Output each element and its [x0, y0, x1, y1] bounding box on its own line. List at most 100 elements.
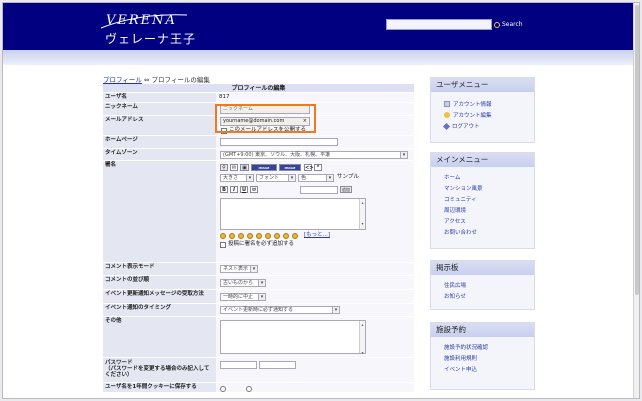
chevron-down-icon: ▾ — [332, 307, 339, 313]
size-select[interactable]: 大きさ ▾ — [220, 174, 254, 182]
row-comment-order: コメントの並び順 古いものから ▾ — [103, 276, 414, 290]
sidebar-item-residents[interactable]: 住民広場 — [431, 281, 534, 292]
sidebar-item-logout[interactable]: ログアウト — [431, 122, 534, 133]
search-input[interactable] — [386, 19, 492, 30]
comment-order-value: 古いものから — [223, 280, 254, 286]
email-public-checkbox[interactable] — [221, 128, 227, 134]
sidebar-item-home[interactable]: ホーム — [431, 173, 534, 184]
cookie-label: ユーザ名を1年間クッキーに保存する — [103, 383, 216, 392]
chevron-down-icon: ▾ — [258, 280, 265, 286]
email-icon[interactable]: ✉ — [230, 164, 238, 171]
color-select-value: 色 — [301, 175, 307, 181]
wink-emoticon-icon[interactable] — [238, 233, 244, 239]
logo-text-jp[interactable]: ヴェレーナ王子 — [105, 30, 196, 47]
row-other: その他 ▴ ▾ — [103, 317, 414, 358]
angry-emoticon-icon[interactable] — [274, 233, 280, 239]
image-manager-icon[interactable]: IMAGE — [251, 164, 277, 171]
sidebar-item-community[interactable]: コミュニティ — [431, 195, 534, 206]
textarea-scrollbar[interactable]: ▴ ▾ — [359, 321, 365, 355]
sidebar-item-label: ログアウト — [452, 124, 480, 130]
chevron-down-icon: ▾ — [246, 175, 253, 181]
row-password: パスワード （パスワードを変更する場合のみ記入してください） — [103, 358, 414, 383]
comment-mode-label: コメント表示モード — [103, 263, 216, 275]
page-scrollbar[interactable] — [633, 3, 639, 398]
event-timing-select[interactable]: イベント更新時に必ず通知する ▾ — [220, 306, 340, 314]
chevron-down-icon: ▾ — [258, 294, 265, 300]
event-message-select[interactable]: 一時的に中止 ▾ — [220, 293, 266, 301]
row-homepage: ホームページ — [103, 136, 414, 149]
add-text-input[interactable] — [300, 186, 338, 194]
cookie-no-radio[interactable] — [246, 386, 252, 392]
bold-button[interactable]: B — [220, 186, 228, 193]
add-button[interactable]: 追加 — [340, 186, 352, 193]
cool-emoticon-icon[interactable] — [265, 233, 271, 239]
row-comment-mode: コメント表示モード ネスト表示 ▾ — [103, 263, 414, 276]
sidebar-item-contact[interactable]: お問い合わせ — [431, 228, 534, 239]
font-select[interactable]: フォント ▾ — [256, 174, 296, 182]
homepage-input[interactable] — [220, 138, 338, 146]
email-public-label: このメールアドレスを公開する — [229, 127, 307, 133]
email-input[interactable]: yourname@domain.com × — [220, 117, 310, 126]
color-select[interactable]: 色 ▾ — [298, 174, 334, 182]
event-timing-value: イベント更新時に必ず通知する — [223, 307, 294, 313]
row-timezone: タイムゾーン (GMT+9:00) 東京、ソウル、大阪、札幌、平壌 ▾ — [103, 149, 414, 161]
scrollbar-thumb[interactable] — [635, 5, 639, 295]
search-icon — [494, 21, 500, 28]
browser-window: VERENA ヴェレーナ王子 Search プロフィール ⇔ プロフィールの編集… — [2, 2, 640, 399]
password-confirm-input[interactable] — [259, 361, 296, 369]
smile-emoticon-icon[interactable] — [220, 233, 226, 239]
sidebar-item-account-info[interactable]: アカウント情報 — [431, 100, 534, 111]
username-value: 817 — [216, 93, 414, 102]
more-emoticons-link[interactable]: [もっと...] — [304, 232, 330, 239]
sidebar-item-label: アカウント情報 — [453, 102, 492, 108]
sidebar-item-access[interactable]: アクセス — [431, 217, 534, 228]
sidebar-item-news[interactable]: お知らせ — [431, 292, 534, 303]
other-textarea[interactable]: ▴ ▾ — [220, 320, 366, 355]
link-icon[interactable]: ⚲ — [220, 164, 228, 171]
append-signature-checkbox[interactable] — [220, 242, 226, 248]
row-nickname: ニックネーム ニックネーム — [103, 103, 414, 116]
user-menu-title: ユーザメニュー — [431, 78, 534, 92]
comment-order-select[interactable]: 古いものから ▾ — [220, 279, 266, 287]
cookie-yes-radio[interactable] — [220, 386, 226, 392]
clear-icon[interactable]: × — [303, 118, 307, 125]
italic-button[interactable]: I — [230, 186, 238, 193]
image-icon[interactable]: ▣ — [240, 164, 249, 171]
textarea-scrollbar[interactable]: ▴ ▾ — [359, 199, 365, 229]
sidebar-item-usage-rules[interactable]: 施設利用規則 — [431, 354, 534, 365]
sidebar-item-scenery[interactable]: マンション風景 — [431, 184, 534, 195]
strike-button[interactable]: ㅂ — [250, 186, 258, 193]
timezone-label: タイムゾーン — [103, 149, 216, 160]
sidebar-item-account-edit[interactable]: アカウント編集 — [431, 111, 534, 122]
event-message-value: 一時的に中止 — [223, 294, 254, 300]
main-menu-block: メインメニュー ホーム マンション風景 コミュニティ 周辺環境 アクセス お問い… — [430, 152, 535, 249]
sidebar-item-environment[interactable]: 周辺環境 — [431, 206, 534, 217]
signature-textarea[interactable]: ▴ ▾ — [220, 198, 366, 230]
nickname-label: ニックネーム — [103, 103, 216, 115]
board-block: 掲示板 住民広場 お知らせ — [430, 260, 535, 310]
logo-text-en[interactable]: VERENA — [106, 13, 177, 28]
nickname-input[interactable]: ニックネーム — [220, 105, 310, 114]
row-signature: 署名 ⚲ ✉ ▣ IMAGE IMAGE <> “ 大きさ ▾ フォント ▾ 色… — [103, 161, 414, 263]
event-timing-label: イベント通知のタイミング — [103, 304, 216, 316]
event-message-label: イベント更新通知メッセージの受取方法 — [103, 290, 216, 303]
timezone-select[interactable]: (GMT+9:00) 東京、ソウル、大阪、札幌、平壌 ▾ — [220, 151, 408, 159]
breadcrumb-profile-link[interactable]: プロフィール — [103, 76, 142, 84]
facility-title: 施設予約 — [431, 323, 534, 337]
code-icon[interactable]: <> — [304, 164, 313, 171]
image-manager-2-icon[interactable]: IMAGE — [279, 164, 301, 171]
underline-button[interactable]: U — [240, 186, 248, 193]
comment-mode-select[interactable]: ネスト表示 ▾ — [220, 265, 258, 273]
tongue-emoticon-icon[interactable] — [283, 233, 289, 239]
quote-icon[interactable]: “ — [314, 164, 322, 171]
surprise-emoticon-icon[interactable] — [256, 233, 262, 239]
sidebar-item-event-apply[interactable]: イベント申込 — [431, 365, 534, 376]
sample-label: サンプル — [337, 174, 359, 180]
grin-emoticon-icon[interactable] — [229, 233, 235, 239]
sidebar-item-reservation-status[interactable]: 施設予約状況確認 — [431, 343, 534, 354]
sad-emoticon-icon[interactable] — [247, 233, 253, 239]
sidebar-item-label: アカウント編集 — [453, 113, 492, 119]
blush-emoticon-icon[interactable] — [292, 233, 298, 239]
search-button[interactable]: Search — [494, 18, 523, 31]
password-input[interactable] — [220, 361, 257, 369]
